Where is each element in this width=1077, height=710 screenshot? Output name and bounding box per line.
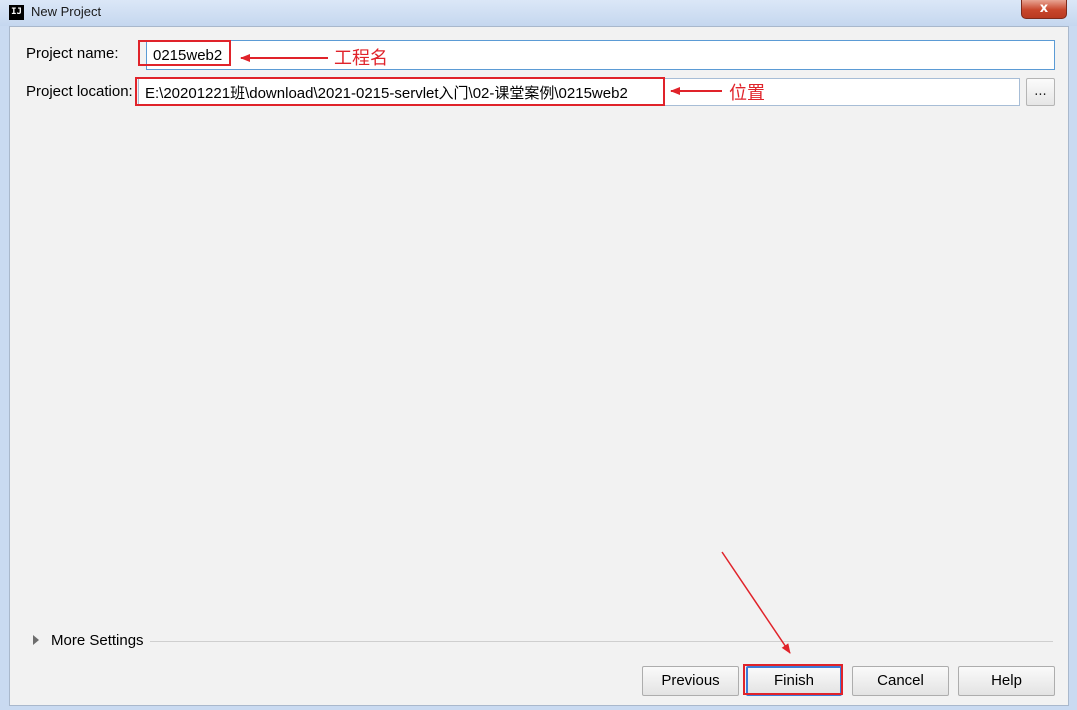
- new-project-window: IJ New Project x Project name: 0215web2 …: [0, 0, 1077, 710]
- browse-location-button[interactable]: ...: [1026, 78, 1055, 106]
- title-bar: IJ New Project x: [0, 0, 1077, 26]
- expand-triangle-icon[interactable]: [33, 635, 39, 645]
- project-location-input[interactable]: E:\20201221班\download\2021-0215-servlet入…: [138, 78, 1020, 106]
- more-settings-toggle[interactable]: More Settings: [51, 632, 144, 649]
- project-location-annotation: 位置: [729, 83, 765, 104]
- project-name-label: Project name:: [26, 45, 119, 62]
- cancel-button[interactable]: Cancel: [852, 666, 949, 696]
- window-title: New Project: [31, 4, 102, 19]
- close-button[interactable]: x: [1021, 0, 1067, 19]
- project-name-value: 0215web2: [153, 46, 223, 64]
- finish-button[interactable]: Finish: [746, 666, 842, 696]
- more-settings-divider: [150, 641, 1053, 642]
- project-name-input[interactable]: 0215web2: [146, 40, 1055, 70]
- project-location-label: Project location:: [26, 83, 133, 100]
- help-button[interactable]: Help: [958, 666, 1055, 696]
- project-location-value: E:\20201221班\download\2021-0215-servlet入…: [145, 84, 628, 102]
- dialog-content: Project name: 0215web2 Project location:…: [9, 26, 1069, 706]
- close-icon: x: [1039, 1, 1049, 16]
- intellij-app-icon: IJ: [9, 5, 24, 20]
- project-name-annotation: 工程名: [334, 48, 388, 69]
- previous-button[interactable]: Previous: [642, 666, 739, 696]
